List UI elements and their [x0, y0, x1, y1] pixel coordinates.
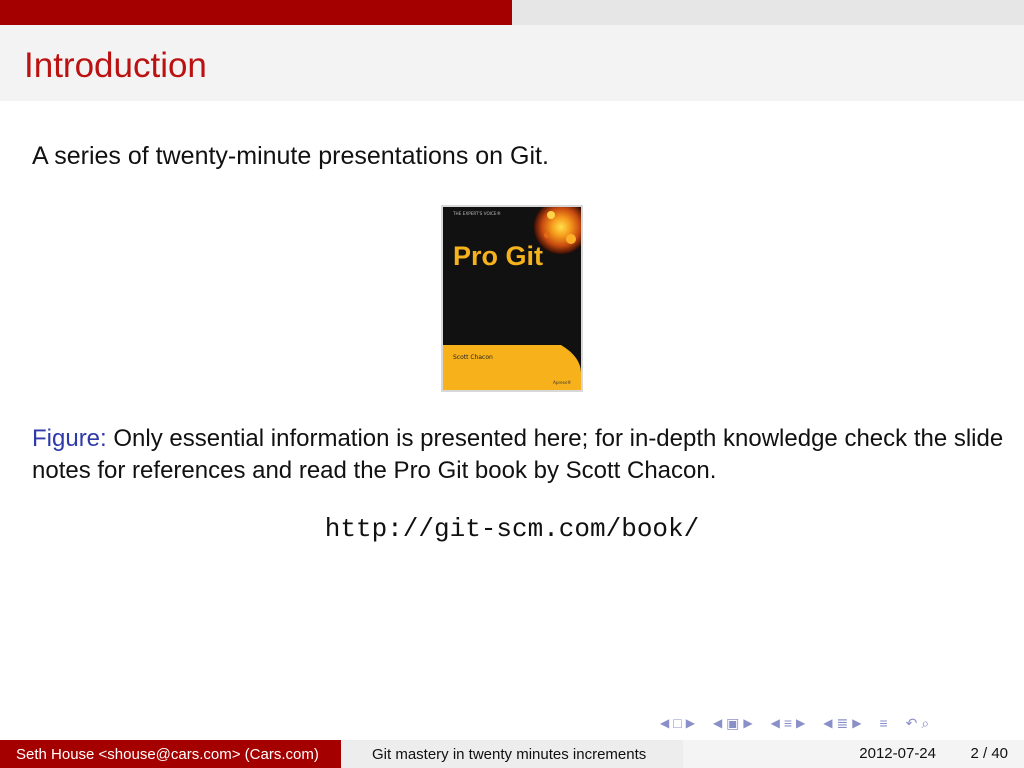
book-title: Pro Git	[453, 241, 543, 271]
book-author: Scott Chacon	[453, 354, 493, 361]
footer-title-box: Git mastery in twenty minutes increments	[341, 740, 683, 768]
footer-author: Seth House <shouse@cars.com> (Cars.com)	[16, 745, 319, 763]
caption-label: Figure:	[32, 425, 107, 452]
nav-section-icon[interactable]: ≡	[784, 715, 792, 731]
slide-title: Introduction	[24, 46, 207, 85]
book-publisher: Apress®	[553, 380, 571, 385]
nav-subsection-next-icon[interactable]: ▶	[743, 716, 752, 730]
footer-author-box: Seth House <shouse@cars.com> (Cars.com)	[0, 740, 341, 768]
nav-subsection-icon[interactable]: ▣	[726, 715, 739, 732]
nav-section-prev-icon[interactable]: ◀	[771, 716, 780, 730]
nav-outline-icon[interactable]: ≡	[879, 715, 887, 731]
progress-fill	[0, 0, 512, 25]
footer-page-number: 2 / 40	[970, 745, 1008, 762]
nav-document-prev-icon[interactable]: ◀	[823, 716, 832, 730]
book-cover-graphic: THE EXPERT'S VOICE® Pro Git Scott Chacon…	[443, 207, 581, 390]
nav-undo-icon[interactable]: ↶	[906, 715, 918, 732]
caption-text: Only essential information is presented …	[32, 425, 1004, 484]
nav-section-next-icon[interactable]: ▶	[796, 716, 805, 730]
footer: Seth House <shouse@cars.com> (Cars.com) …	[0, 740, 1024, 768]
navigation-symbols: ◀ □ ▶ ◀ ▣ ▶ ◀ ≡ ▶ ◀ ≣ ▶ ≡ ↶ ⌕	[660, 712, 929, 734]
nav-document-icon[interactable]: ≣	[837, 715, 849, 732]
nav-frame-next-icon[interactable]: ▶	[686, 716, 695, 730]
nav-subsection-prev-icon[interactable]: ◀	[713, 716, 722, 730]
figure-caption: Figure: Only essential information is pr…	[32, 423, 1007, 487]
intro-text: A series of twenty-minute presentations …	[32, 142, 549, 170]
nav-search-icon[interactable]: ⌕	[921, 715, 929, 732]
book-banner: THE EXPERT'S VOICE®	[452, 211, 501, 216]
book-url[interactable]: http://git-scm.com/book/	[0, 514, 1024, 544]
footer-date-box: 2012-07-24 2 / 40	[683, 740, 1024, 768]
nav-frame-prev-icon[interactable]: ◀	[660, 716, 669, 730]
footer-date: 2012-07-24	[859, 745, 936, 762]
progress-bar	[0, 0, 1024, 25]
nav-frame-icon[interactable]: □	[673, 715, 681, 731]
book-cover-image: THE EXPERT'S VOICE® Pro Git Scott Chacon…	[441, 205, 583, 392]
footer-title: Git mastery in twenty minutes increments	[372, 745, 647, 763]
nav-document-next-icon[interactable]: ▶	[852, 716, 861, 730]
